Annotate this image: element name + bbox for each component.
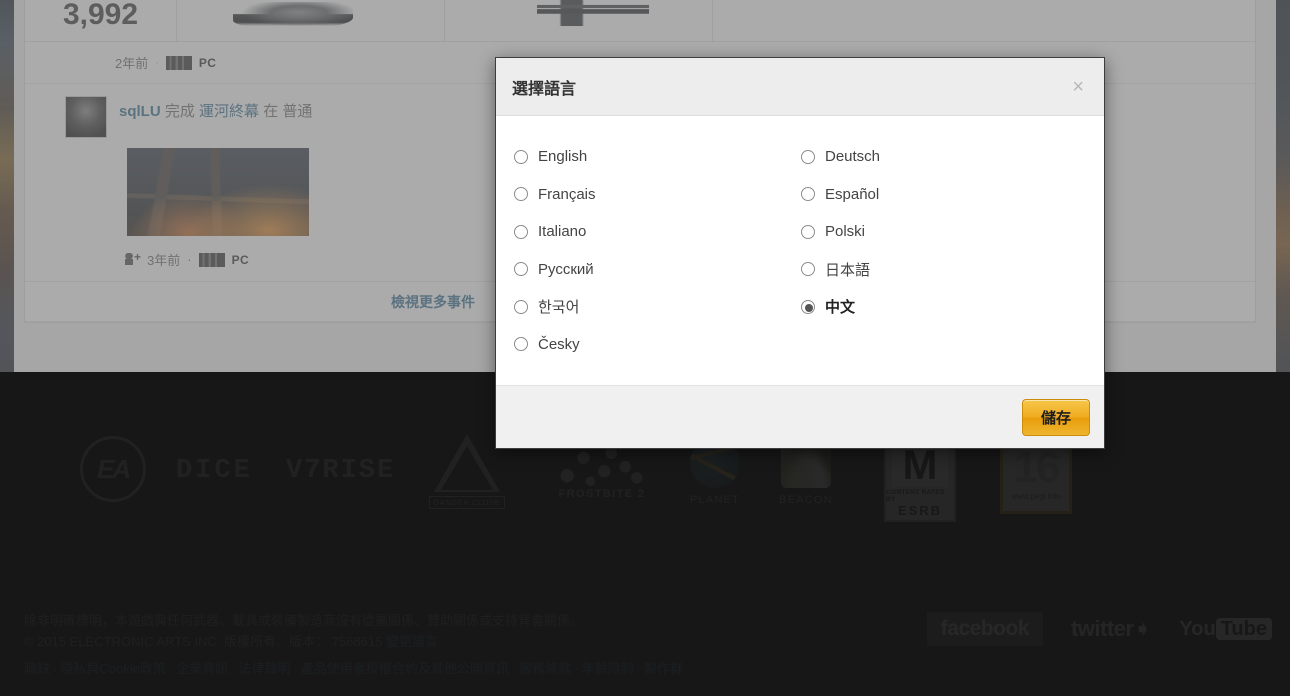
language-option-label: 한국어 <box>538 299 580 317</box>
language-option-label: English <box>538 148 588 166</box>
language-option-label: Français <box>538 185 596 203</box>
radio-icon[interactable] <box>801 149 815 164</box>
language-option-russian[interactable]: Русский <box>514 251 801 289</box>
radio-icon[interactable] <box>514 337 528 352</box>
language-option-polski[interactable]: Polski <box>801 213 1104 251</box>
language-option-chinese[interactable]: 中文 <box>801 288 1104 326</box>
radio-icon[interactable] <box>514 224 528 239</box>
save-button[interactable]: 儲存 <box>1021 398 1090 436</box>
language-option-francais[interactable]: Français <box>514 176 801 214</box>
language-option-label: Español <box>825 185 880 203</box>
language-option-cesky[interactable]: Česky <box>514 326 801 364</box>
grid-spacer <box>801 326 1104 364</box>
radio-icon[interactable] <box>514 149 528 164</box>
language-option-english[interactable]: English <box>514 138 801 176</box>
language-option-label: 中文 <box>825 299 856 317</box>
dialog-body: English Français Italiano Русский 한국어 Če… <box>496 116 1104 385</box>
language-option-italiano[interactable]: Italiano <box>514 213 801 251</box>
radio-icon[interactable] <box>514 187 528 202</box>
language-option-label: Česky <box>538 335 580 353</box>
page-root: 3,992 2年前 · PC sql <box>0 0 1290 696</box>
close-icon[interactable]: × <box>1068 77 1088 97</box>
language-dialog: 選擇語言 × English Français Italiano Русский <box>495 57 1105 449</box>
radio-icon[interactable] <box>801 262 815 277</box>
language-option-label: Deutsch <box>825 148 881 166</box>
radio-icon-selected[interactable] <box>801 299 815 314</box>
language-option-espanol[interactable]: Español <box>801 176 1104 214</box>
language-option-label: Italiano <box>538 223 587 241</box>
dialog-header: 選擇語言 × <box>496 58 1104 116</box>
radio-icon[interactable] <box>514 299 528 314</box>
dialog-title: 選擇語言 <box>512 80 577 98</box>
radio-icon[interactable] <box>801 224 815 239</box>
language-option-label: 日本語 <box>825 261 871 279</box>
dialog-footer: 儲存 <box>496 385 1104 448</box>
radio-icon[interactable] <box>514 262 528 277</box>
language-option-korean[interactable]: 한국어 <box>514 288 801 326</box>
language-option-deutsch[interactable]: Deutsch <box>801 138 1104 176</box>
radio-icon[interactable] <box>801 187 815 202</box>
language-option-label: Polski <box>825 223 866 241</box>
language-option-japanese[interactable]: 日本語 <box>801 251 1104 289</box>
language-option-label: Русский <box>538 260 594 278</box>
